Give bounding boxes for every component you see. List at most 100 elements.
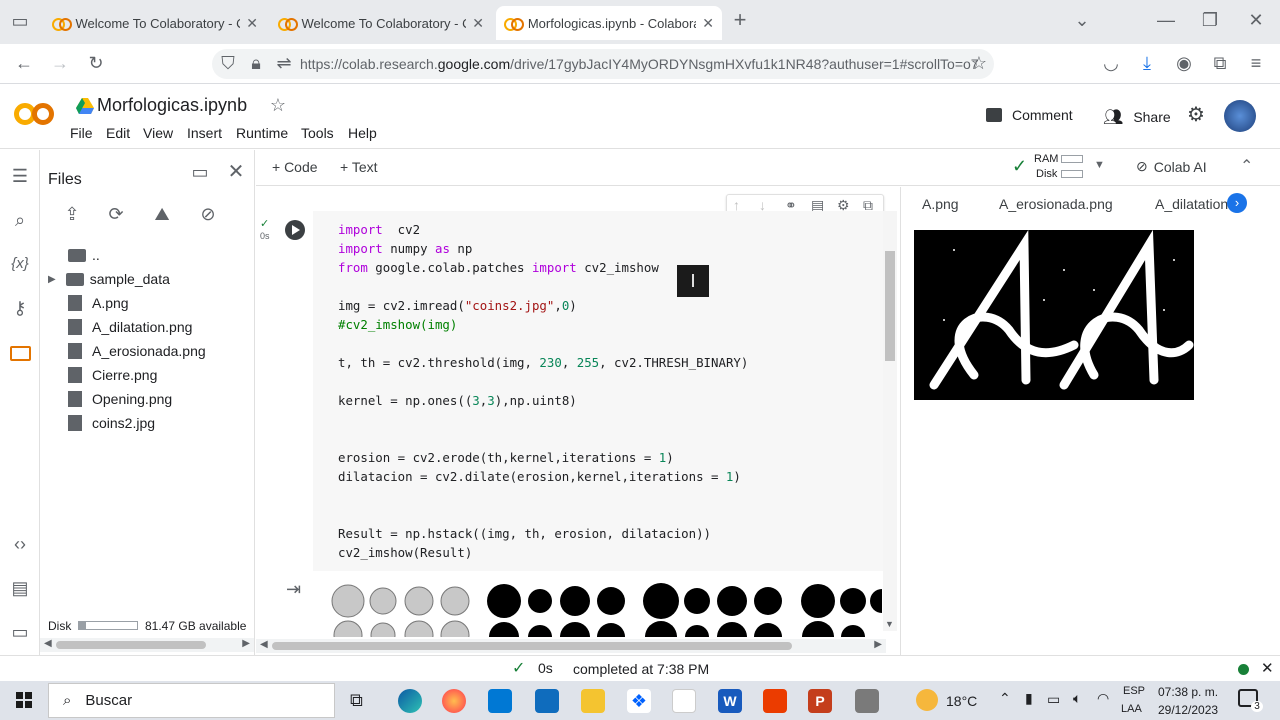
code-line[interactable] (338, 486, 883, 505)
list-item[interactable]: A_erosionada.png (68, 340, 206, 362)
permissions-icon[interactable]: ⇌ (272, 53, 296, 77)
terminal-icon[interactable]: ▭ (8, 622, 32, 646)
download-icon[interactable]: ⤓ (1135, 53, 1159, 77)
code-line[interactable]: t, th = cv2.threshold(img, 230, 255, cv2… (338, 353, 883, 372)
browser-tab-1[interactable]: Welcome To Colaboratory - Colab ✕ (44, 6, 266, 40)
weather-temp[interactable]: 18°C (946, 693, 977, 709)
lock-icon[interactable]: 🔒︎ (244, 53, 268, 77)
settings-gear-icon[interactable]: ⚙ (1184, 105, 1208, 129)
forward-icon[interactable]: → (48, 53, 72, 77)
close-tab-icon[interactable]: ✕ (246, 15, 258, 32)
word-icon[interactable]: W (718, 689, 742, 713)
edge-icon[interactable] (398, 689, 422, 713)
new-tab-button[interactable]: + (728, 9, 752, 34)
pocket-icon[interactable]: ◡ (1099, 53, 1123, 77)
add-code-button[interactable]: + Code (272, 159, 318, 175)
file-explorer-icon[interactable] (581, 689, 605, 713)
volume-icon[interactable]: 🔈︎ (1073, 690, 1081, 707)
code-line[interactable] (338, 410, 883, 429)
code-line[interactable] (338, 372, 883, 391)
shield-icon[interactable]: ⛉ (216, 53, 240, 77)
mail-icon[interactable] (535, 689, 559, 713)
tab-search-icon[interactable]: ⌄ (1070, 10, 1094, 34)
code-line[interactable] (338, 505, 883, 524)
store-icon[interactable] (488, 689, 512, 713)
code-line[interactable]: cv2_imshow(Result) (338, 543, 883, 562)
menu-edit[interactable]: Edit (106, 125, 130, 141)
code-line[interactable]: import cv2 (338, 220, 883, 239)
tray-up-icon[interactable]: ⌃ (999, 690, 1011, 707)
restore-icon[interactable]: ❐ (1198, 10, 1222, 34)
viewer-tab-erosionada[interactable]: A_erosionada.png (999, 196, 1113, 212)
browser-tab-2[interactable]: Welcome To Colaboratory - Colab ✕ (270, 6, 492, 40)
menu-help[interactable]: Help (348, 125, 377, 141)
hide-files-icon[interactable]: ⊘ (196, 204, 220, 228)
output-icon[interactable]: ⇥ (286, 579, 301, 600)
language-1[interactable]: ESP (1123, 685, 1145, 697)
close-panel-icon[interactable]: ✕ (224, 162, 248, 186)
dropbox-icon[interactable]: ❖ (627, 689, 651, 713)
code-line[interactable] (338, 334, 883, 353)
cell-horizontal-scrollbar[interactable]: ◀ ▶ (256, 639, 886, 653)
list-item[interactable]: Opening.png (68, 388, 172, 410)
extensions-icon[interactable]: ⧉ (1208, 53, 1232, 77)
code-line[interactable]: kernel = np.ones((3,3),np.uint8) (338, 391, 883, 410)
code-line[interactable]: import numpy as np (338, 239, 883, 258)
code-line[interactable]: from google.colab.patches import cv2_ims… (338, 258, 883, 277)
refresh-folder-icon[interactable]: ⟳ (104, 204, 128, 228)
clock-date[interactable]: 29/12/2023 (1158, 703, 1218, 717)
tab-list-icon[interactable]: ▭ (8, 11, 32, 35)
files-horizontal-scrollbar[interactable]: ◀ ▶ (40, 638, 254, 652)
upload-icon[interactable]: ⇪ (60, 204, 84, 228)
collapse-header-icon[interactable]: ⌃ (1240, 156, 1253, 176)
list-item[interactable]: A.png (68, 292, 129, 314)
mic-icon[interactable]: ▮ (1025, 690, 1033, 707)
mount-drive-icon[interactable]: ⛰ (150, 204, 174, 228)
browser-tab-3[interactable]: Morfologicas.ipynb - Colaboratory ✕ (496, 6, 722, 40)
list-item[interactable]: A_dilatation.png (68, 316, 192, 338)
share-button[interactable]: 👥︎ Share (1103, 107, 1171, 127)
star-icon[interactable]: ☆ (266, 95, 290, 119)
app-icon[interactable] (855, 689, 879, 713)
avatar[interactable] (1224, 100, 1256, 132)
close-tab-icon[interactable]: ✕ (472, 15, 484, 32)
close-tab-icon[interactable]: ✕ (702, 15, 714, 32)
language-2[interactable]: LAA (1121, 703, 1142, 715)
cell-scrollbar[interactable]: ▼ (883, 211, 897, 631)
code-line[interactable]: dilatacion = cv2.dilate(erosion,kernel,i… (338, 467, 883, 486)
menu-tools[interactable]: Tools (301, 125, 334, 141)
taskbar-search-box[interactable]: ⌕ Buscar (48, 683, 335, 718)
tabs-scroll-right-icon[interactable]: › (1227, 193, 1247, 213)
colab-ai-button[interactable]: ⊘ Colab AI (1136, 158, 1207, 175)
code-editor[interactable]: import cv2 import numpy as np from google.… (313, 211, 883, 571)
search-icon[interactable]: ⌕ (8, 210, 32, 234)
code-line[interactable]: img = cv2.imread("coins2.jpg",0) (338, 296, 883, 315)
amazon-icon[interactable] (672, 689, 696, 713)
colab-logo[interactable] (14, 99, 58, 127)
viewer-tab-a[interactable]: A.png (922, 196, 959, 212)
address-bar[interactable]: https://colab.research. google.com/drive/… (212, 49, 994, 79)
minimize-icon[interactable]: — (1154, 10, 1178, 34)
list-item[interactable]: coins2.jpg (68, 412, 155, 434)
chevron-right-icon[interactable]: ▶ (48, 274, 56, 285)
runtime-dropdown-icon[interactable]: ▼ (1094, 159, 1105, 171)
list-item[interactable]: ▶ sample_data (48, 268, 170, 290)
windows-start-icon[interactable] (16, 692, 32, 708)
office-icon[interactable] (763, 689, 787, 713)
open-in-tab-icon[interactable]: ▭ (188, 162, 212, 186)
run-cell-button[interactable] (285, 220, 305, 240)
add-text-button[interactable]: + Text (340, 159, 378, 175)
menu-icon[interactable]: ≡ (1244, 53, 1268, 77)
back-icon[interactable]: ← (12, 53, 36, 77)
list-item[interactable]: Cierre.png (68, 364, 157, 386)
code-line[interactable] (338, 277, 883, 296)
files-folder-icon[interactable] (10, 346, 31, 361)
variables-icon[interactable]: {x} (8, 254, 32, 278)
code-line[interactable]: erosion = cv2.erode(th,kernel,iterations… (338, 448, 883, 467)
firefox-icon[interactable] (442, 689, 466, 713)
clock-time[interactable]: 07:38 p. m. (1158, 685, 1218, 699)
comment-button[interactable]: Comment (986, 107, 1073, 123)
code-snippets-icon[interactable]: ‹› (8, 534, 32, 558)
account-icon[interactable]: ◉ (1172, 53, 1196, 77)
code-line[interactable]: #cv2_imshow(img) (338, 315, 883, 334)
